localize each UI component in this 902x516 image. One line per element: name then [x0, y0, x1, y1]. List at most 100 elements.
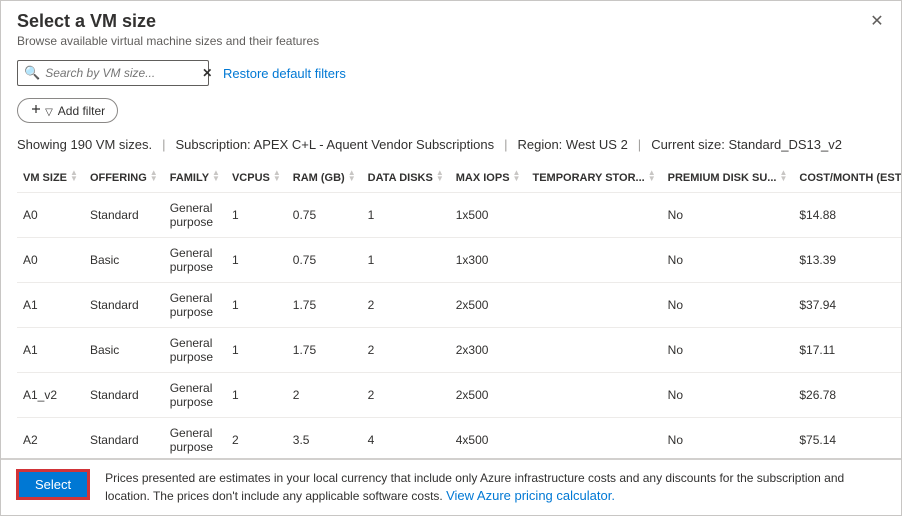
table-row[interactable]: A2StandardGeneral purpose23.544x500No$75…	[17, 418, 901, 463]
cell-ram: 2	[287, 373, 362, 418]
cell-family: General purpose	[164, 193, 226, 238]
cell-premium: No	[662, 238, 794, 283]
sort-icon: ▲▼	[150, 170, 158, 182]
cell-maxiops: 2x500	[450, 283, 527, 328]
sort-icon: ▲▼	[212, 170, 220, 182]
sort-icon: ▲▼	[273, 170, 281, 182]
search-input[interactable]	[45, 66, 202, 80]
cell-vcpus: 2	[226, 418, 287, 463]
current-size-info: Current size: Standard_DS13_v2	[651, 137, 842, 152]
cell-vcpus: 1	[226, 283, 287, 328]
cell-maxiops: 2x500	[450, 373, 527, 418]
cell-offering: Basic	[84, 328, 164, 373]
col-header-vmsize[interactable]: VM SIZE▲▼	[17, 162, 84, 193]
cell-maxiops: 4x500	[450, 418, 527, 463]
search-icon: 🔍	[24, 65, 40, 81]
cell-cost: $14.88	[793, 193, 901, 238]
cell-datadisks: 2	[362, 373, 450, 418]
sort-icon: ▲▼	[648, 170, 656, 182]
add-filter-button[interactable]: ▽ Add filter	[17, 98, 118, 123]
close-button[interactable]: ✕	[867, 11, 887, 31]
cell-datadisks: 2	[362, 283, 450, 328]
col-header-maxiops[interactable]: MAX IOPS▲▼	[450, 162, 527, 193]
cell-family: General purpose	[164, 373, 226, 418]
cell-tempstor	[526, 373, 661, 418]
cell-tempstor	[526, 418, 661, 463]
cell-offering: Basic	[84, 238, 164, 283]
cell-premium: No	[662, 193, 794, 238]
cell-ram: 1.75	[287, 283, 362, 328]
sort-icon: ▲▼	[70, 170, 78, 182]
separator: |	[504, 137, 507, 152]
cell-cost: $17.11	[793, 328, 901, 373]
cell-offering: Standard	[84, 418, 164, 463]
cell-datadisks: 1	[362, 238, 450, 283]
cell-maxiops: 1x500	[450, 193, 527, 238]
cell-vmsize: A1	[17, 328, 84, 373]
table-container[interactable]: VM SIZE▲▼ OFFERING▲▼ FAMILY▲▼ VCPUS▲▼ RA…	[1, 162, 901, 470]
cell-ram: 0.75	[287, 238, 362, 283]
col-header-tempstor[interactable]: TEMPORARY STOR...▲▼	[526, 162, 661, 193]
cell-vmsize: A0	[17, 238, 84, 283]
col-header-vcpus[interactable]: VCPUS▲▼	[226, 162, 287, 193]
sort-icon: ▲▼	[779, 170, 787, 182]
cell-premium: No	[662, 283, 794, 328]
cell-ram: 1.75	[287, 328, 362, 373]
cell-maxiops: 1x300	[450, 238, 527, 283]
controls-row: 🔍 ✕ Restore default filters	[1, 54, 901, 90]
col-header-family[interactable]: FAMILY▲▼	[164, 162, 226, 193]
separator: |	[638, 137, 641, 152]
cell-cost: $13.39	[793, 238, 901, 283]
select-button[interactable]: Select	[17, 470, 89, 499]
table-row[interactable]: A1BasicGeneral purpose11.7522x300No$17.1…	[17, 328, 901, 373]
search-box[interactable]: 🔍 ✕	[17, 60, 209, 86]
sort-icon: ▲▼	[436, 170, 444, 182]
col-header-premium[interactable]: PREMIUM DISK SU...▲▼	[662, 162, 794, 193]
cell-tempstor	[526, 238, 661, 283]
cell-cost: $37.94	[793, 283, 901, 328]
col-header-datadisks[interactable]: DATA DISKS▲▼	[362, 162, 450, 193]
cell-family: General purpose	[164, 238, 226, 283]
pricing-calculator-link[interactable]: View Azure pricing calculator.	[446, 488, 615, 503]
col-header-cost[interactable]: COST/MONTH (ESTI...▲▼	[793, 162, 901, 193]
separator: |	[162, 137, 165, 152]
col-header-offering[interactable]: OFFERING▲▼	[84, 162, 164, 193]
cell-tempstor	[526, 193, 661, 238]
sort-icon: ▲▼	[348, 170, 356, 182]
filter-row: ▽ Add filter	[1, 90, 901, 131]
info-row: Showing 190 VM sizes. | Subscription: AP…	[1, 131, 901, 162]
region-info: Region: West US 2	[517, 137, 627, 152]
cell-family: General purpose	[164, 283, 226, 328]
footer-disclaimer: Prices presented are estimates in your l…	[105, 470, 885, 505]
cell-cost: $26.78	[793, 373, 901, 418]
cell-vcpus: 1	[226, 238, 287, 283]
panel-header: Select a VM size Browse available virtua…	[1, 1, 901, 54]
page-subtitle: Browse available virtual machine sizes a…	[17, 34, 885, 48]
restore-filters-link[interactable]: Restore default filters	[223, 66, 346, 81]
table-row[interactable]: A1_v2StandardGeneral purpose1222x500No$2…	[17, 373, 901, 418]
cell-offering: Standard	[84, 373, 164, 418]
table-row[interactable]: A0BasicGeneral purpose10.7511x300No$13.3…	[17, 238, 901, 283]
cell-ram: 0.75	[287, 193, 362, 238]
cell-tempstor	[526, 328, 661, 373]
cell-family: General purpose	[164, 328, 226, 373]
cell-datadisks: 1	[362, 193, 450, 238]
page-title: Select a VM size	[17, 11, 885, 32]
cell-offering: Standard	[84, 283, 164, 328]
cell-ram: 3.5	[287, 418, 362, 463]
cell-vmsize: A1	[17, 283, 84, 328]
cell-vcpus: 1	[226, 373, 287, 418]
vm-count: Showing 190 VM sizes.	[17, 137, 152, 152]
cell-premium: No	[662, 418, 794, 463]
clear-icon[interactable]: ✕	[202, 66, 212, 80]
table-row[interactable]: A1StandardGeneral purpose11.7522x500 No$3…	[17, 283, 901, 328]
cell-datadisks: 4	[362, 418, 450, 463]
cell-maxiops: 2x300	[450, 328, 527, 373]
col-header-ram[interactable]: RAM (GB)▲▼	[287, 162, 362, 193]
cell-premium: No	[662, 373, 794, 418]
cell-cost: $75.14	[793, 418, 901, 463]
cell-vmsize: A0	[17, 193, 84, 238]
table-row[interactable]: A0StandardGeneral purpose10.7511x500No$1…	[17, 193, 901, 238]
cell-offering: Standard	[84, 193, 164, 238]
subscription-info: Subscription: APEX C+L - Aquent Vendor S…	[176, 137, 495, 152]
